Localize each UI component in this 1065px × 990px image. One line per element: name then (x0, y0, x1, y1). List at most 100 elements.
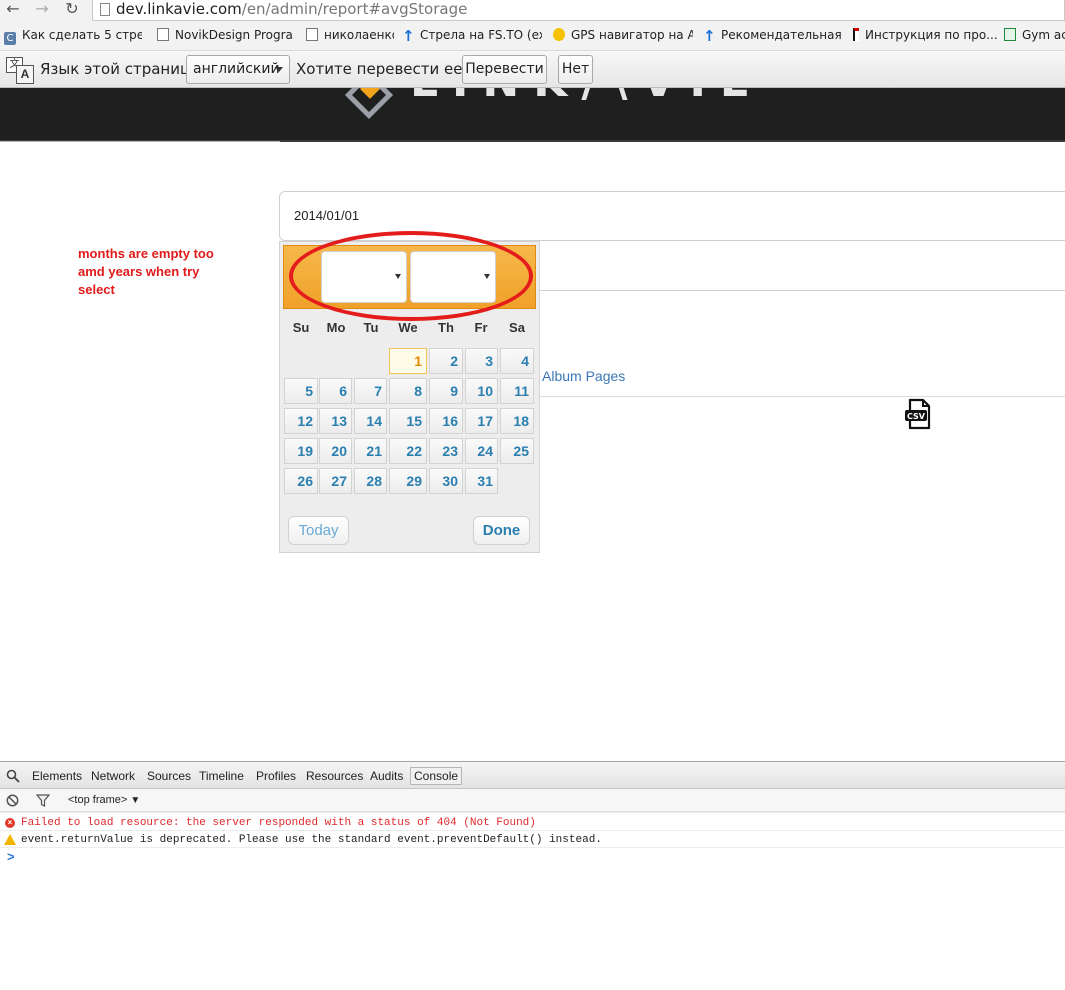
calendar-day[interactable]: 30 (429, 468, 463, 494)
calendar-day[interactable]: 28 (354, 468, 387, 494)
url-text[interactable]: dev.linkavie.com/en/admin/report#avgStor… (116, 0, 467, 20)
calendar-day[interactable]: 27 (319, 468, 352, 494)
page-icon (157, 28, 169, 41)
calendar-day[interactable]: 7 (354, 378, 387, 404)
bookmark-item[interactable]: Инструкция по про... (853, 22, 999, 50)
bookmark-item[interactable]: ↑ Стрела на FS.TO (ex... (402, 22, 542, 50)
weekday-label: Tu (363, 320, 379, 335)
filter-icon[interactable] (35, 794, 51, 807)
annotation-note: months are empty too amd years when try … (78, 246, 214, 297)
weekday-label: Sa (509, 320, 525, 335)
tab-network[interactable]: Network (91, 768, 135, 784)
gps-icon (553, 28, 565, 41)
bookmark-label: Стрела на FS.TO (ex... (420, 28, 542, 42)
language-value: английский (193, 61, 280, 77)
calendar-day[interactable]: 1 (389, 348, 427, 374)
bookmark-item[interactable]: николаенко (306, 22, 394, 50)
tab-resources[interactable]: Resources (306, 768, 363, 784)
url-host: dev.linkavie.com (116, 0, 242, 18)
page-icon (306, 28, 318, 41)
calendar-day[interactable]: 10 (465, 378, 498, 404)
text-input[interactable] (535, 241, 1065, 291)
calendar-day[interactable]: 11 (500, 378, 534, 404)
today-button[interactable]: Today (288, 516, 349, 545)
bookmark-label: николаенко (324, 28, 394, 42)
error-icon: × (5, 818, 15, 828)
translate-icon: 文A (6, 57, 34, 84)
tab-audits[interactable]: Audits (370, 768, 403, 784)
calendar-day[interactable]: 6 (319, 378, 352, 404)
done-button[interactable]: Done (473, 516, 530, 545)
tab-console[interactable]: Console (410, 767, 463, 785)
search-icon[interactable] (6, 769, 20, 783)
tab-elements[interactable]: Elements (32, 768, 82, 784)
bookmark-item[interactable]: ↑ Рекомендательная ... (703, 22, 845, 50)
calendar-day[interactable]: 9 (429, 378, 463, 404)
calendar-day[interactable]: 16 (429, 408, 463, 434)
calendar-day[interactable]: 26 (284, 468, 318, 494)
weekday-label: Mo (326, 320, 346, 335)
calendar-day[interactable]: 25 (500, 438, 534, 464)
calendar-day[interactable]: 23 (429, 438, 463, 464)
reload-icon[interactable]: ↻ (63, 1, 81, 19)
clear-console-icon[interactable] (6, 794, 19, 807)
chrome-bookmark-icon: C (4, 32, 16, 45)
logo-text: LINK/\VIE (410, 88, 764, 104)
calendar-day[interactable]: 22 (389, 438, 427, 464)
calendar-day[interactable]: 2 (429, 348, 463, 374)
console-prompt[interactable]: > (7, 850, 15, 864)
calendar-day[interactable]: 18 (500, 408, 534, 434)
weekday-label: Th (438, 320, 454, 335)
frame-select-value: <top frame> (68, 794, 128, 806)
console-error-message: Failed to load resource: the server resp… (21, 817, 536, 829)
caret-down-icon: ▼ (130, 795, 141, 806)
bookmark-item[interactable]: NovikDesign Program (157, 22, 293, 50)
calendar-day[interactable]: 24 (465, 438, 498, 464)
calendar-day[interactable]: 21 (354, 438, 387, 464)
tab-timeline[interactable]: Timeline (199, 768, 244, 784)
bookmark-label: Как сделать 5 стре... (22, 28, 142, 42)
language-select[interactable]: английский (186, 55, 290, 84)
calendar-day[interactable]: 5 (284, 378, 318, 404)
calendar-day[interactable]: 12 (284, 408, 318, 434)
calendar-day[interactable]: 20 (319, 438, 352, 464)
calendar-day[interactable]: 31 (465, 468, 498, 494)
bookmark-item[interactable]: GPS навигатор на А... (553, 22, 693, 50)
calendar-day[interactable]: 14 (354, 408, 387, 434)
bookmark-label: NovikDesign Program (175, 28, 293, 42)
back-arrow-icon[interactable]: ← (4, 1, 22, 19)
bookmark-item[interactable]: C Как сделать 5 стре... (4, 22, 142, 50)
bookmark-label: GPS навигатор на А... (571, 28, 693, 42)
calendar-day[interactable]: 15 (389, 408, 427, 434)
calendar-day[interactable]: 29 (389, 468, 427, 494)
warning-icon (4, 834, 16, 845)
bookmark-label: Инструкция по про... (865, 28, 998, 42)
tab-profiles[interactable]: Profiles (256, 768, 296, 784)
bookmark-label: Gym acc (1022, 28, 1065, 42)
translate-button[interactable]: Перевести (462, 55, 547, 84)
bookmark-item[interactable]: Gym acc (1004, 22, 1065, 50)
annotation-ellipse (289, 231, 533, 321)
csv-file-icon[interactable]: CSV (904, 398, 934, 430)
translate-prompt: Язык этой страницы (40, 60, 203, 78)
console-toolbar (0, 789, 1065, 812)
calendar-day[interactable]: 8 (389, 378, 427, 404)
arrow-up-icon: ↑ (703, 27, 716, 45)
calendar-day[interactable]: 13 (319, 408, 352, 434)
weekday-label: Fr (474, 320, 488, 335)
no-translate-button[interactable]: Нет (558, 55, 593, 84)
album-pages-link[interactable]: Album Pages (542, 367, 625, 385)
date-input-value: 2014/01/01 (294, 208, 360, 223)
calendar-day[interactable]: 19 (284, 438, 318, 464)
calendar-day[interactable]: 17 (465, 408, 498, 434)
bookmark-label: Рекомендательная ... (721, 28, 845, 42)
logo[interactable]: LINK/\VIE (0, 88, 1065, 140)
tab-sources[interactable]: Sources (147, 768, 191, 784)
frame-select[interactable]: <top frame> ▼ (68, 793, 140, 808)
forward-arrow-icon[interactable]: → (33, 1, 51, 19)
divider (0, 141, 280, 142)
calendar-day[interactable]: 3 (465, 348, 498, 374)
calendar-day[interactable]: 4 (500, 348, 534, 374)
console-warning-message: event.returnValue is deprecated. Please … (21, 834, 602, 846)
spreadsheet-icon (1004, 28, 1016, 41)
